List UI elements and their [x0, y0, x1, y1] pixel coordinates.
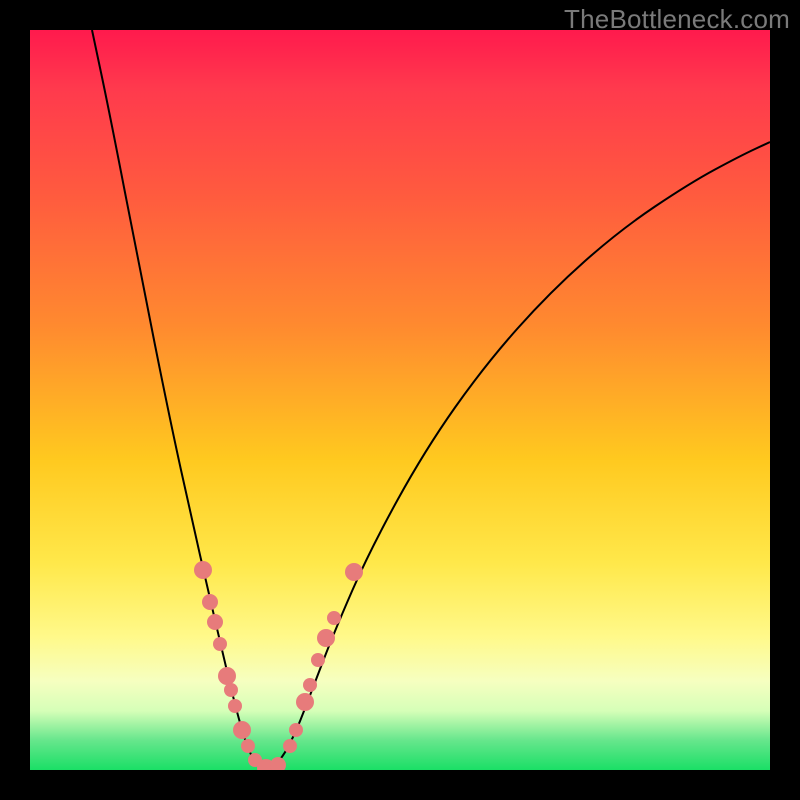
- scatter-markers: [194, 561, 363, 770]
- left-branch-curve: [92, 30, 265, 770]
- scatter-point: [317, 629, 335, 647]
- scatter-point: [283, 739, 297, 753]
- scatter-point: [303, 678, 317, 692]
- right-branch-curve: [265, 142, 770, 770]
- scatter-point: [289, 723, 303, 737]
- scatter-point: [213, 637, 227, 651]
- scatter-point: [296, 693, 314, 711]
- scatter-point: [233, 721, 251, 739]
- scatter-point: [194, 561, 212, 579]
- scatter-point: [207, 614, 223, 630]
- chart-frame: [30, 30, 770, 770]
- scatter-point: [241, 739, 255, 753]
- scatter-point: [228, 699, 242, 713]
- scatter-point: [218, 667, 236, 685]
- scatter-point: [345, 563, 363, 581]
- chart-svg: [30, 30, 770, 770]
- scatter-point: [311, 653, 325, 667]
- scatter-point: [202, 594, 218, 610]
- scatter-point: [327, 611, 341, 625]
- scatter-point: [224, 683, 238, 697]
- scatter-point: [270, 757, 286, 770]
